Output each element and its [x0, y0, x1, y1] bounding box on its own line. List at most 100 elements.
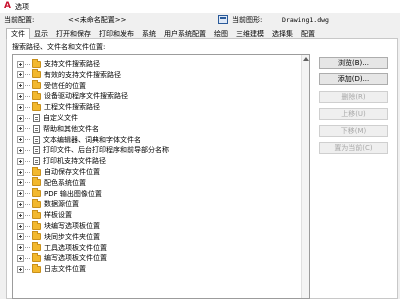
tree-item-label: 工具选项板文件位置 — [44, 243, 107, 252]
tree-item-label: 受信任的位置 — [44, 81, 86, 90]
tree-item[interactable]: 文本编辑器、词典和字体文件名 — [17, 135, 141, 145]
expand-plus-icon[interactable] — [17, 60, 24, 68]
remove-button[interactable]: 删除(R) — [319, 91, 388, 103]
folder-icon — [32, 166, 41, 176]
tree-item-label: 编写选项板文件位置 — [44, 254, 107, 263]
expand-plus-icon[interactable] — [17, 92, 24, 100]
options-tab-strip: 文件 显示 打开和保存 打印和发布 系统 用户系统配置 绘图 三维建模 选择集 … — [6, 28, 319, 39]
folder-icon — [32, 263, 41, 273]
folder-icon — [32, 58, 41, 68]
set-current-button[interactable]: 置为当前(C) — [319, 142, 388, 154]
tree-item[interactable]: 帮助和其他文件名 — [17, 124, 99, 134]
folder-icon — [32, 220, 41, 230]
tree-item[interactable]: 配色系统位置 — [17, 177, 86, 188]
tree-item[interactable]: 支持文件搜索路径 — [17, 58, 100, 69]
tree-item-label: 数据源位置 — [44, 200, 79, 209]
expand-plus-icon[interactable] — [17, 146, 24, 154]
expand-plus-icon[interactable] — [17, 82, 24, 90]
move-down-button[interactable]: 下移(M) — [319, 125, 388, 137]
tab-selection[interactable]: 选择集 — [268, 29, 297, 39]
tree-item-label: 文本编辑器、词典和字体文件名 — [43, 135, 141, 144]
expand-plus-icon[interactable] — [17, 233, 24, 241]
expand-plus-icon[interactable] — [17, 179, 24, 187]
move-up-button[interactable]: 上移(U) — [319, 108, 388, 120]
browse-button[interactable]: 浏览(B)... — [319, 57, 388, 69]
tree-item[interactable]: 日志文件位置 — [17, 263, 86, 274]
tree-item[interactable]: 自动保存文件位置 — [17, 166, 100, 177]
expand-plus-icon[interactable] — [17, 211, 24, 219]
expand-plus-icon[interactable] — [17, 125, 24, 133]
expand-plus-icon[interactable] — [17, 244, 24, 252]
tree-connector — [25, 106, 30, 108]
tab-drafting[interactable]: 绘图 — [210, 29, 232, 39]
tree-item[interactable]: 工程文件搜索路径 — [17, 101, 100, 112]
tree-item[interactable]: PDF 输出图像位置 — [17, 188, 102, 199]
tree-item-label: 自定义文件 — [43, 114, 78, 122]
tree-connector — [25, 74, 30, 76]
tree-connector — [25, 257, 30, 259]
expand-plus-icon[interactable] — [17, 200, 24, 208]
search-paths-caption: 搜索路径、文件名和文件位置: — [12, 43, 106, 51]
search-paths-tree[interactable]: 支持文件搜索路径 有效的支持文件搜索路径 受信任的位置 设备驱动程序文件搜索路径 工程文… — [12, 54, 310, 299]
tree-item[interactable]: 工具选项板文件位置 — [17, 242, 107, 253]
tree-item[interactable]: 样板设置 — [17, 209, 72, 220]
folder-icon — [32, 90, 41, 100]
tree-item[interactable]: 有效的支持文件搜索路径 — [17, 69, 121, 80]
expand-plus-icon[interactable] — [17, 103, 24, 111]
title-bar: A 选项 — [0, 0, 400, 13]
expand-plus-icon[interactable] — [17, 114, 24, 122]
tree-item[interactable]: 块编写选项板位置 — [17, 220, 100, 231]
expand-plus-icon[interactable] — [17, 222, 24, 230]
expand-plus-icon[interactable] — [17, 71, 24, 79]
tree-item-label: 块编写选项板位置 — [44, 222, 100, 230]
tree-item-label: 配色系统位置 — [44, 178, 86, 187]
tree-connector — [25, 160, 30, 162]
tree-item[interactable]: 设备驱动程序文件搜索路径 — [17, 90, 128, 101]
folder-icon — [32, 80, 41, 90]
tree-scrollbar[interactable] — [301, 55, 309, 298]
tab-3d-modeling[interactable]: 三维建模 — [232, 29, 268, 39]
tab-user-preferences[interactable]: 用户系统配置 — [160, 29, 210, 39]
tree-item[interactable]: 数据源位置 — [17, 198, 79, 209]
tree-connector — [25, 85, 30, 87]
folder-icon — [32, 198, 41, 208]
expand-plus-icon[interactable] — [17, 168, 24, 176]
tree-item-label: 工程文件搜索路径 — [44, 103, 100, 112]
tree-item[interactable]: 打印机支持文件路径 — [17, 156, 106, 166]
tab-profiles[interactable]: 配置 — [297, 29, 319, 39]
folder-icon — [32, 177, 41, 187]
expand-plus-icon[interactable] — [17, 265, 24, 273]
tree-connector — [25, 63, 30, 65]
tree-item-label: 帮助和其他文件名 — [43, 124, 99, 133]
current-drawing-label: 当前图形: — [232, 16, 263, 24]
tree-connector — [25, 117, 30, 119]
tree-item-label: 自动保存文件位置 — [44, 168, 100, 176]
tab-system[interactable]: 系统 — [138, 29, 160, 39]
tree-connector — [25, 139, 30, 141]
tree-item[interactable]: 打印文件、后台打印程序和前导部分名称 — [17, 145, 169, 155]
add-button[interactable]: 添加(D)... — [319, 73, 388, 85]
tab-plot-publish[interactable]: 打印和发布 — [95, 29, 138, 39]
expand-plus-icon[interactable] — [17, 190, 24, 198]
tab-open-save[interactable]: 打开和保存 — [52, 29, 95, 39]
tree-connector — [25, 214, 30, 216]
scroll-up-arrow-icon[interactable] — [303, 57, 309, 61]
tree-connector — [25, 236, 30, 238]
file-icon — [33, 146, 40, 155]
tree-connector — [25, 149, 30, 151]
tree-item[interactable]: 块同步文件夹位置 — [17, 231, 100, 242]
tree-connector — [25, 247, 30, 249]
expand-plus-icon[interactable] — [17, 136, 24, 144]
tree-connector — [25, 193, 30, 195]
tab-display[interactable]: 显示 — [30, 29, 52, 39]
tree-item[interactable]: 编写选项板文件位置 — [17, 252, 107, 263]
tab-files[interactable]: 文件 — [6, 28, 30, 39]
expand-plus-icon[interactable] — [17, 254, 24, 262]
tree-item[interactable]: 自定义文件 — [17, 113, 78, 123]
file-icon — [33, 157, 40, 166]
current-profile-value: <<未命名配置>> — [68, 16, 127, 24]
tree-item[interactable]: 受信任的位置 — [17, 80, 86, 91]
expand-plus-icon[interactable] — [17, 157, 24, 165]
tree-item-label: 支持文件搜索路径 — [44, 60, 100, 68]
file-icon — [33, 114, 40, 122]
